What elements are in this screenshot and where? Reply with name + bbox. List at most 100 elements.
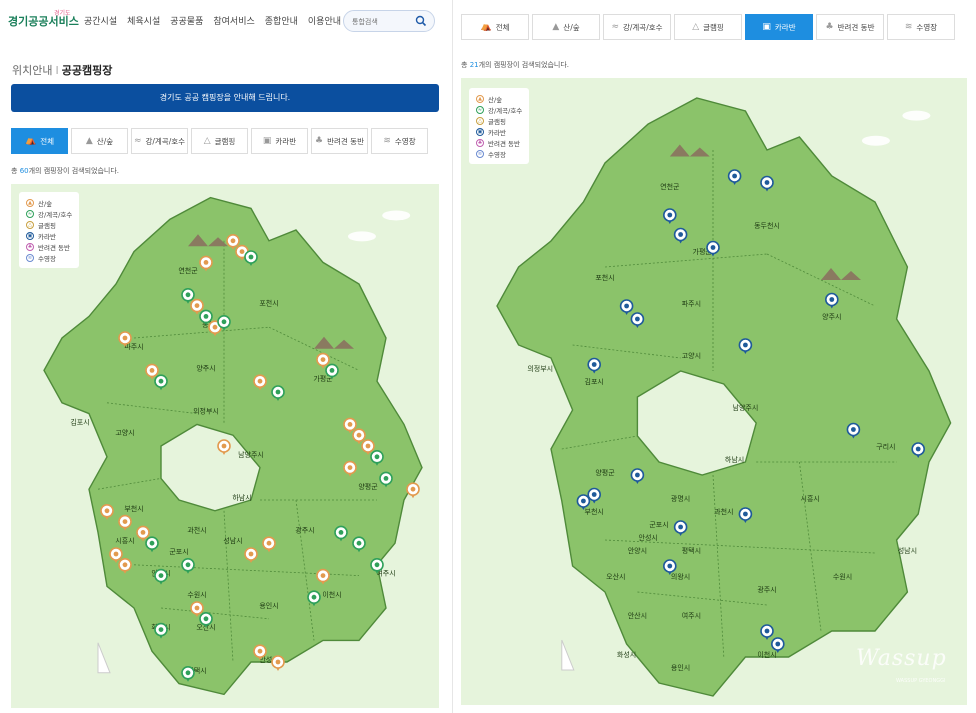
info-banner: 경기도 공공 캠핑장을 안내해 드립니다. xyxy=(11,84,439,112)
filter-pool-button[interactable]: ≋ 수영장 xyxy=(371,128,428,154)
region-label: 과천시 xyxy=(187,525,206,534)
pin-dot xyxy=(320,573,326,578)
legend-item: ♣ 반려견 동반 xyxy=(476,137,522,148)
map-canvas[interactable]: 연천군파주시포천시동두천시양주시가평군김포시고양시의정부시남양주시양평군하남시부… xyxy=(11,184,439,708)
pin-dot xyxy=(743,511,748,517)
legend-label: 반려견 동반 xyxy=(488,139,520,148)
filter-pool-button[interactable]: ≋ 수영장 xyxy=(887,14,955,40)
cloud-icon xyxy=(902,110,931,121)
pin-dot xyxy=(257,648,263,654)
nav-item[interactable]: 체육시설 xyxy=(127,14,160,27)
breadcrumb-parent[interactable]: 위치안내 xyxy=(12,64,52,77)
filter-mountain-button[interactable]: ▲ 산/숲 xyxy=(71,128,128,154)
filter-mountain-button[interactable]: ▲ 산/숲 xyxy=(532,14,600,40)
pin-dot xyxy=(221,443,227,449)
filter-glamping-button[interactable]: △ 글램핑 xyxy=(674,14,742,40)
filter-label: 강/계곡/호수 xyxy=(145,136,186,146)
filter-glamping-button[interactable]: △ 글램핑 xyxy=(191,128,248,154)
pool-icon: ≋ xyxy=(904,22,913,32)
filter-caravan-button[interactable]: ▣ 카라반 xyxy=(251,128,308,154)
legend-item: △ 글램핑 xyxy=(26,219,72,230)
filter-label: 반려견 동반 xyxy=(837,22,875,32)
region-label: 시흥시 xyxy=(801,494,820,503)
campsite-pin xyxy=(217,439,231,455)
pin-dot xyxy=(149,540,155,546)
filter-label: 산/숲 xyxy=(563,22,580,32)
pin-dot xyxy=(329,368,335,373)
nav-item[interactable]: 공간시설 xyxy=(84,14,117,27)
region-label: 부천시 xyxy=(585,507,604,516)
region-label: 안산시 xyxy=(628,611,647,620)
filter-label: 수영장 xyxy=(916,22,938,32)
filter-tent-button[interactable]: ⛺ 전체 xyxy=(11,128,68,154)
region-label: 평택시 xyxy=(682,546,701,555)
search-input[interactable] xyxy=(352,15,416,28)
region-label: 성남시 xyxy=(898,546,917,555)
pool-icon: ≋ xyxy=(476,149,484,158)
count-prefix: 총 xyxy=(11,167,18,175)
pool-icon: ≋ xyxy=(383,136,391,146)
caravan-icon: ▣ xyxy=(262,136,272,146)
pin-dot xyxy=(591,362,597,367)
legend-label: 강/계곡/호수 xyxy=(488,106,523,115)
filter-river-button[interactable]: ≈ 강/계곡/호수 xyxy=(131,128,188,154)
site-logo[interactable]: 경기공공서비스 경기도 xyxy=(8,8,79,38)
pin-dot xyxy=(356,432,362,438)
pin-dot xyxy=(149,368,155,373)
search-icon[interactable] xyxy=(415,15,427,27)
nav-item[interactable]: 참여서비스 xyxy=(213,14,254,27)
pin-dot xyxy=(581,498,586,504)
pin-dot xyxy=(338,530,344,535)
legend-item: ≋ 수영장 xyxy=(26,252,72,263)
legend-item: ≈ 강/계곡/호수 xyxy=(26,208,72,219)
pool-icon: ≋ xyxy=(26,253,34,262)
filter-label: 글램핑 xyxy=(214,136,236,146)
pin-dot xyxy=(212,324,218,330)
region-label: 고양시 xyxy=(682,352,701,360)
legend-label: 강/계곡/호수 xyxy=(38,210,73,219)
pin-dot xyxy=(194,303,200,308)
filter-tent-button[interactable]: ⛺ 전체 xyxy=(461,14,529,40)
pin-dot xyxy=(678,232,683,237)
pin-dot xyxy=(678,524,683,530)
filter-dog-button[interactable]: ♣ 반려견 동반 xyxy=(311,128,368,154)
map-canvas[interactable]: 연천군 포천시 동두천시 가평군 파주시 양주시 의정부시 김포시 고양시 남양주시 구리시 하남시 양… xyxy=(461,78,967,705)
pin-dot xyxy=(591,492,597,497)
legend-item: ▣ 카라반 xyxy=(476,126,522,137)
region-label: 의정부시 xyxy=(193,407,219,416)
page-title: 공공캠핑장 xyxy=(61,64,113,77)
search-box xyxy=(343,10,435,32)
mountain-icon: ▲ xyxy=(552,22,560,32)
glamping-icon: △ xyxy=(692,22,700,32)
pin-dot xyxy=(667,212,673,218)
filter-label: 강/계곡/호수 xyxy=(622,22,663,32)
pin-dot xyxy=(356,540,362,546)
region-label: 광주시 xyxy=(295,526,314,534)
pin-dot xyxy=(203,616,209,622)
result-count: 총 21개의 캠핑장이 검색되었습니다. xyxy=(461,60,569,70)
filter-river-button[interactable]: ≈ 강/계곡/호수 xyxy=(603,14,671,40)
pin-dot xyxy=(732,173,737,179)
left-panel: 경기공공서비스 경기도 공간시설 체육시설 공공물품 참여서비스 종합안내 이용… xyxy=(0,0,452,713)
region-label: 연천군 xyxy=(660,182,680,191)
filter-caravan-button[interactable]: ▣ 카라반 xyxy=(745,14,813,40)
filter-dog-button[interactable]: ♣ 반려견 동반 xyxy=(816,14,884,40)
glamping-icon: △ xyxy=(26,220,34,229)
pin-dot xyxy=(158,627,164,632)
pin-dot xyxy=(104,508,110,514)
region-label: 광주시 xyxy=(757,586,776,594)
pin-dot xyxy=(203,260,209,265)
nav-item[interactable]: 공공물품 xyxy=(170,14,203,27)
legend-label: 반려견 동반 xyxy=(38,243,70,252)
pin-dot xyxy=(275,389,281,395)
legend-item: ▣ 카라반 xyxy=(26,230,72,241)
river-icon: ≈ xyxy=(476,105,484,114)
legend-item: △ 글램핑 xyxy=(476,115,522,126)
mountain-icon: ▲ xyxy=(476,94,484,103)
nav-item[interactable]: 종합안내 xyxy=(265,14,298,27)
pin-dot xyxy=(275,659,281,665)
dog-icon: ♣ xyxy=(26,242,34,251)
nav-item[interactable]: 이용안내 xyxy=(308,14,341,27)
pin-dot xyxy=(239,249,245,254)
pin-dot xyxy=(775,641,781,647)
